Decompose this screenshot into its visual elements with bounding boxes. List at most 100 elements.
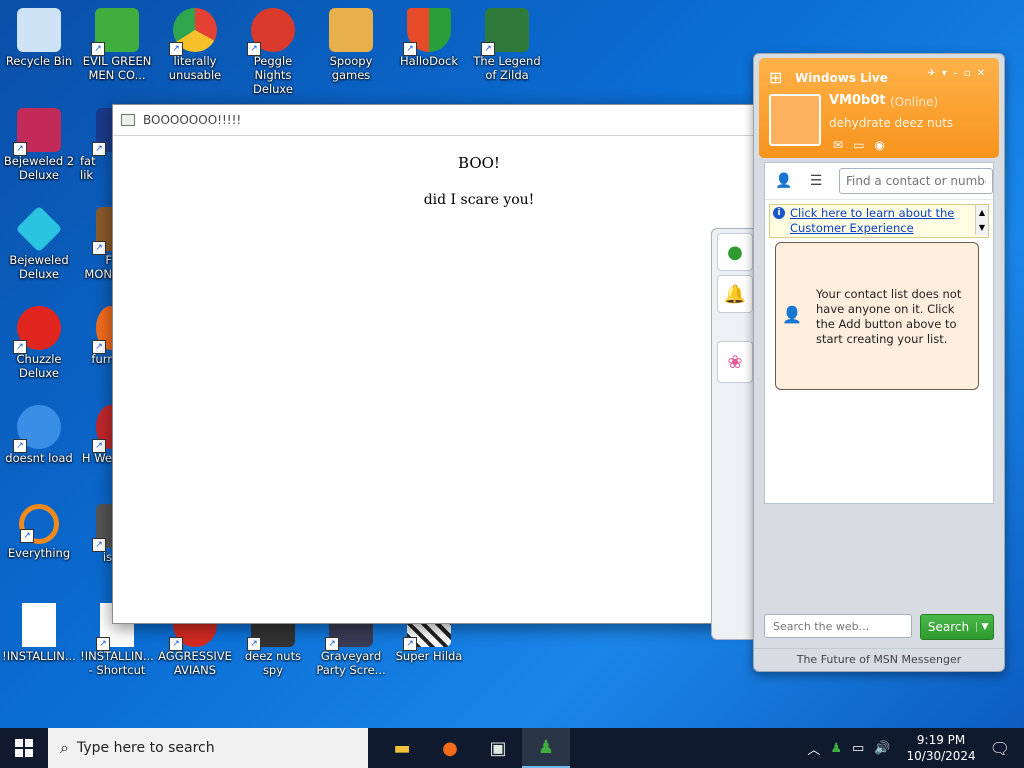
web-search-input[interactable] xyxy=(764,614,912,638)
desktop-icon-literally-unusable[interactable]: ↗ literally unusable xyxy=(156,8,234,82)
desktop-icon-peggle-nights[interactable]: ↗ Peggle Nights Deluxe xyxy=(234,8,312,96)
taskbar-firefox[interactable]: ● xyxy=(426,728,474,768)
desktop-icon-fat-lik[interactable]: ↗ fat lik xyxy=(78,108,112,182)
network-icon[interactable]: ▭ xyxy=(852,741,864,756)
contact-search-input[interactable] xyxy=(839,168,993,194)
chevron-down-icon[interactable]: ▼ xyxy=(976,622,993,632)
notification-icon[interactable]: 🗨 xyxy=(990,739,1010,758)
username[interactable]: VM0b0t xyxy=(829,93,886,108)
windows-logo-icon xyxy=(15,739,33,757)
status-selector[interactable]: (Online) xyxy=(890,95,938,109)
start-button[interactable] xyxy=(0,728,48,768)
desktop-icon-label: doesnt load xyxy=(5,451,73,465)
info-banner: i Click here to learn about the Customer… xyxy=(769,204,989,238)
desktop-icon-label: Chuzzle Deluxe xyxy=(16,352,62,380)
list-view-button[interactable]: ☰ xyxy=(803,170,829,192)
desktop-icon-doesnt-load[interactable]: ↗ doesnt load xyxy=(0,405,78,465)
desktop-icon-label: is xyxy=(102,550,112,564)
boo-window-titlebar[interactable]: BOOOOOOO!!!!! xyxy=(113,105,755,136)
desktop-icon-bejeweled[interactable]: Bejeweled Deluxe xyxy=(0,205,78,281)
show-hidden-icons-chevron-icon[interactable]: ︿ xyxy=(807,739,820,758)
boo-window[interactable]: BOOOOOOO!!!!! BOO! did I scare you! ● 🔔 … xyxy=(112,104,756,640)
xbox-icon[interactable]: ◉ xyxy=(874,138,894,152)
desktop-icon-bejeweled-2[interactable]: ↗ Bejeweled 2 Deluxe xyxy=(0,108,78,182)
desktop-icon-label: Graveyard Party Scre... xyxy=(316,649,386,677)
add-contact-button[interactable]: 👤 xyxy=(771,170,797,192)
desktop-icon-everything[interactable]: ↗ Everything xyxy=(0,504,78,560)
volume-icon[interactable]: 🔊 xyxy=(874,741,890,756)
gem-icon xyxy=(15,205,63,253)
desktop-icon-installing[interactable]: !INSTALLIN... xyxy=(0,603,78,663)
customer-experience-link[interactable]: Click here to learn about the Customer E… xyxy=(790,206,960,236)
desktop-icon-f-mon[interactable]: ↗ F MON xyxy=(78,207,112,281)
desktop-icon-label: Recycle Bin xyxy=(5,54,73,68)
taskbar: ⌕ Type here to search ▬ ● ▣ ♟ ︿ ♟ ▭ 🔊 9:… xyxy=(0,728,1024,768)
buddy-icon: ● xyxy=(727,241,743,263)
desktop-icon-evil-green-men[interactable]: ↗ EVIL GREEN MEN CO... xyxy=(78,8,156,82)
close-icon[interactable]: ✕ xyxy=(977,68,991,79)
messenger-tray-icon[interactable]: ♟ xyxy=(830,741,842,756)
desktop-icon-recycle-bin[interactable]: Recycle Bin xyxy=(0,8,78,68)
info-scrollbar[interactable]: ▲ ▼ xyxy=(975,205,988,235)
desktop-icon-label: !INSTALLIN... - Shortcut xyxy=(80,649,154,677)
desktop-icon-chuzzle[interactable]: ↗ Chuzzle Deluxe xyxy=(0,306,78,380)
firefox-icon: ↗ xyxy=(92,306,112,354)
messenger-icon: ♟ xyxy=(537,736,555,758)
maximize-icon[interactable]: ▫ xyxy=(964,68,977,79)
contacts-tab[interactable]: ● xyxy=(717,233,753,271)
add-contact-icon: 👤 xyxy=(775,173,793,189)
desktop-icon-furr[interactable]: ↗ furr xyxy=(78,306,112,366)
personal-message[interactable]: dehydrate deez nuts xyxy=(829,116,953,130)
butterfly-icon: ❀ xyxy=(727,351,743,373)
peggle-icon: ↗ xyxy=(247,8,295,56)
list-view-icon: ☰ xyxy=(809,173,823,189)
desktop-icon-legend-of-zilda[interactable]: ↗ The Legend of Zilda xyxy=(468,8,546,82)
desktop-icon-label: EVIL GREEN MEN CO... xyxy=(82,54,152,82)
minimize-icon[interactable]: – xyxy=(953,68,964,79)
desktop-icon-hallodock[interactable]: ↗ HalloDock xyxy=(390,8,468,68)
game-icon: ↗ xyxy=(92,108,112,156)
taskbar-messenger[interactable]: ♟ xyxy=(522,728,570,768)
bell-icon: 🔔 xyxy=(723,283,747,305)
desktop-icon-label: deez nuts spy xyxy=(244,649,302,677)
taskbar-window-app[interactable]: ▣ xyxy=(474,728,522,768)
desktop-icon-is[interactable]: ↗ is xyxy=(78,504,112,564)
taskbar-search-placeholder: Type here to search xyxy=(76,740,215,756)
desktop-icon-label: Bejeweled Deluxe xyxy=(9,253,69,281)
empty-contact-list: 👤 Your contact list does not have anyone… xyxy=(775,242,979,390)
system-tray: ︿ ♟ ▭ 🔊 9:19 PM 10/30/2024 🗨 xyxy=(807,728,1024,768)
boo-heading: BOO! xyxy=(458,154,500,172)
pin-icon[interactable]: ✈ xyxy=(927,68,941,79)
menu-chevron-icon[interactable]: ▾ xyxy=(942,68,953,79)
desktop-icon-label: The Legend of Zilda xyxy=(473,54,541,82)
folder-icon[interactable]: ▭ xyxy=(853,138,874,152)
fun-tab[interactable]: ❀ xyxy=(717,341,753,383)
messenger-icon: ↗ xyxy=(91,8,139,56)
desktop-icon-label: Super Hilda xyxy=(395,649,463,663)
boo-message: did I scare you! xyxy=(423,192,535,208)
taskbar-search-box[interactable]: ⌕ Type here to search xyxy=(48,728,368,768)
desktop-icon-label: Peggle Nights Deluxe xyxy=(253,54,293,96)
thunderbird-icon: ↗ xyxy=(13,405,61,453)
desktop-icon-h-we[interactable]: ↗ H We xyxy=(78,405,112,465)
recycle-bin-icon xyxy=(17,8,61,52)
messenger-footer: The Future of MSN Messenger xyxy=(754,648,1004,671)
shield-icon: ↗ xyxy=(403,8,451,56)
clock[interactable]: 9:19 PM 10/30/2024 xyxy=(907,732,976,764)
desktop-icon-label: AGGRESSIVE AVIANS xyxy=(158,649,232,677)
alerts-tab[interactable]: 🔔 xyxy=(717,275,753,313)
web-search-bar: Search ▼ xyxy=(764,614,994,642)
desktop-icon-label: Spoopy games xyxy=(329,54,373,82)
web-search-button[interactable]: Search ▼ xyxy=(920,614,994,640)
desktop-icon-label: HalloDock xyxy=(400,54,458,68)
desktop-icon-spoopy-games[interactable]: Spoopy games xyxy=(312,8,390,82)
clock-time: 9:19 PM xyxy=(916,733,966,747)
taskbar-file-explorer[interactable]: ▬ xyxy=(378,728,426,768)
quick-actions: ✉▭◉ xyxy=(833,138,895,152)
window-controls[interactable]: ✈▾–▫✕ xyxy=(927,68,991,79)
desktop-icon-label: Everything xyxy=(7,546,71,560)
avatar[interactable] xyxy=(769,94,821,146)
mail-icon[interactable]: ✉ xyxy=(833,138,853,152)
document-icon xyxy=(22,603,56,647)
messenger-window[interactable]: ⊞ Windows Live ✈▾–▫✕ VM0b0t (Online) deh… xyxy=(753,53,1005,672)
